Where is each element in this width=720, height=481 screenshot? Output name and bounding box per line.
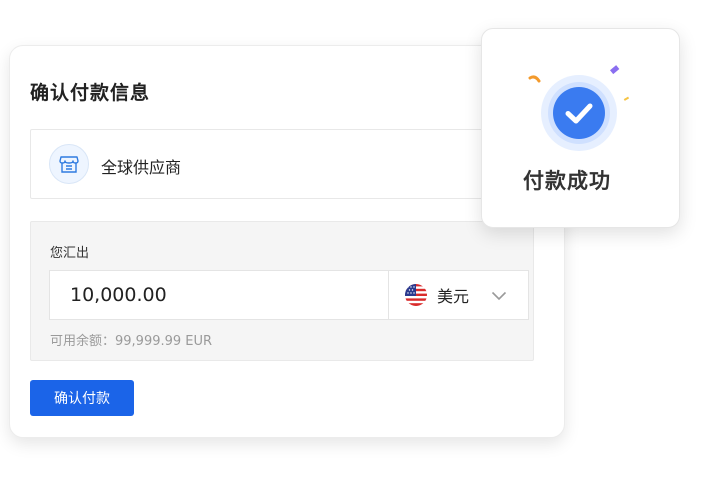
confetti-orange [528,75,541,83]
amount-input[interactable] [50,271,388,319]
amount-field: 美元 [49,270,529,320]
available-balance: 可用余额：99,999.99 EUR [50,334,213,349]
us-flag-icon [405,284,427,306]
confetti-yellow [623,96,630,101]
store-icon [49,144,89,184]
amount-label: 您汇出 [50,246,90,261]
supplier-row: 全球供应商 [30,129,534,199]
payment-success-popup: 付款成功 [481,28,680,228]
card-title: 确认付款信息 [30,82,151,104]
supplier-name: 全球供应商 [101,158,182,177]
confirm-payment-button[interactable]: 确认付款 [30,380,134,416]
amount-panel: 您汇出 10,000.00 美元 可用余额：99,999.99 EUR [30,221,534,361]
currency-select[interactable]: 美元 [388,271,529,319]
currency-label: 美元 [437,287,470,306]
check-circle-icon [541,75,617,151]
chevron-down-icon [491,286,507,305]
stage: 确认付款信息 全球供应商 您汇出 10,000.00 美元 可用余额：99,99… [0,0,720,481]
success-message: 付款成功 [523,169,611,193]
